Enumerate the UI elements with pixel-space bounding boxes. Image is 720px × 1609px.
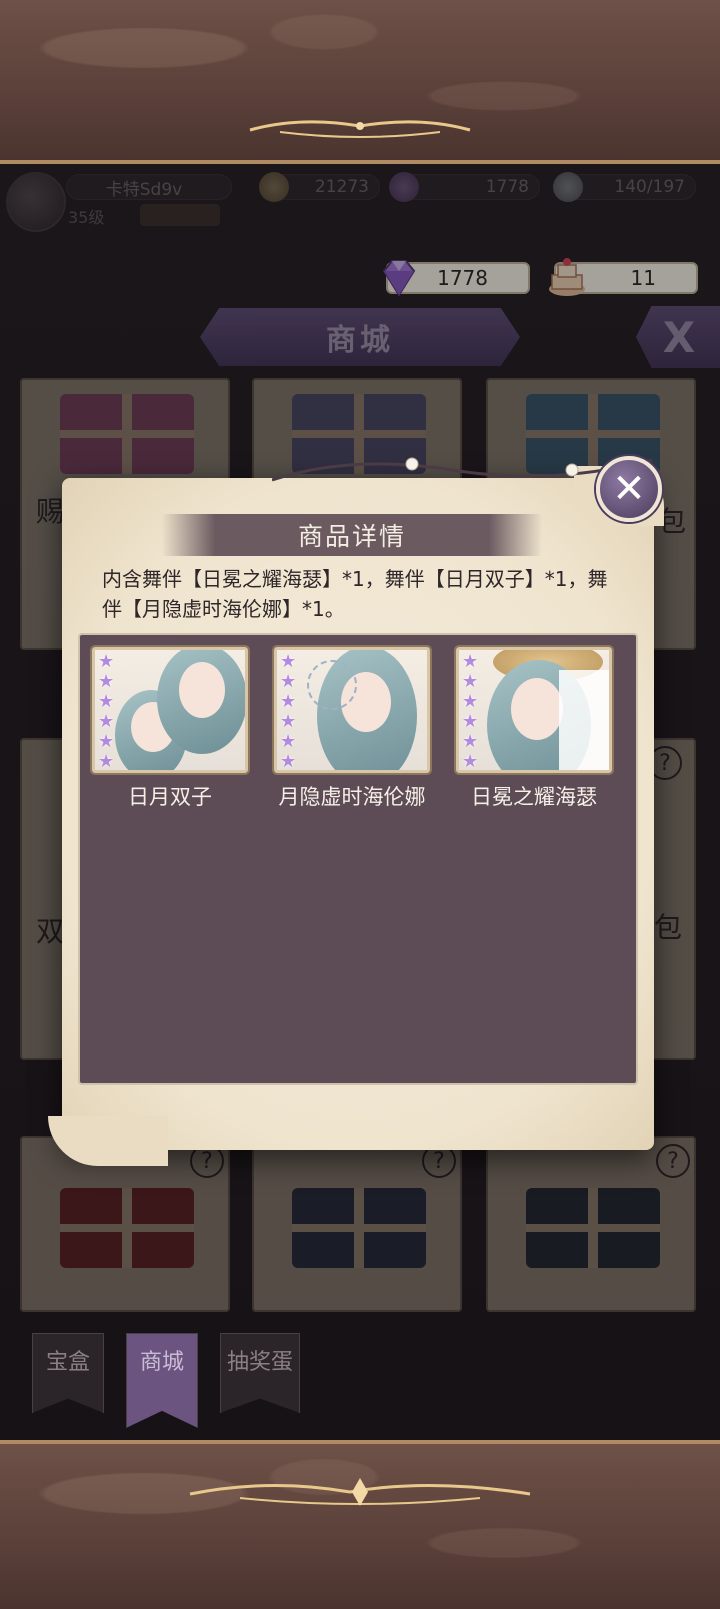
bottom-ornate-frame: [0, 1440, 720, 1609]
star-icon: ★: [98, 651, 115, 672]
product-detail-dialog: 商品详情 内含舞伴【日冕之耀海瑟】*1，舞伴【日月双子】*1，舞伴【月隐虚时海伦…: [48, 457, 664, 1166]
reward-list: ★ ★ ★ ★ ★ ★ 日月双子 ★ ★ ★ ★ ★ ★ 月隐虚时海伦娜 ★ ★…: [78, 633, 638, 1085]
dance-partner-portrait: ★ ★ ★ ★ ★ ★: [454, 645, 614, 775]
close-icon: ✕: [612, 466, 646, 512]
reward-name: 月隐虚时海伦娜: [278, 785, 426, 809]
dance-partner-portrait: ★ ★ ★ ★ ★ ★: [272, 645, 432, 775]
reward-name: 日冕之耀海瑟: [471, 785, 597, 809]
star-rating: ★ ★ ★ ★ ★ ★: [462, 651, 481, 772]
star-icon: ★: [462, 651, 479, 672]
gold-flourish-icon: [189, 1478, 531, 1506]
reward-item[interactable]: ★ ★ ★ ★ ★ ★ 月隐虚时海伦娜: [272, 645, 432, 811]
star-icon: ★: [462, 731, 479, 752]
vine-decoration-icon: [272, 457, 652, 482]
dialog-title: 商品详情: [162, 514, 542, 556]
reward-item[interactable]: ★ ★ ★ ★ ★ ★ 日冕之耀海瑟: [454, 645, 614, 811]
star-icon: ★: [98, 691, 115, 712]
close-dialog-button[interactable]: ✕: [596, 456, 662, 522]
star-icon: ★: [280, 751, 297, 772]
star-icon: ★: [462, 691, 479, 712]
star-icon: ★: [98, 751, 115, 772]
star-icon: ★: [98, 711, 115, 732]
star-icon: ★: [280, 731, 297, 752]
star-icon: ★: [98, 731, 115, 752]
gold-flourish-icon: [249, 120, 471, 138]
reward-item[interactable]: ★ ★ ★ ★ ★ ★ 日月双子: [90, 645, 250, 811]
star-icon: ★: [280, 651, 297, 672]
star-icon: ★: [462, 711, 479, 732]
star-rating: ★ ★ ★ ★ ★ ★: [98, 651, 117, 772]
star-icon: ★: [280, 711, 297, 732]
star-icon: ★: [98, 671, 115, 692]
star-icon: ★: [280, 671, 297, 692]
reward-name: 日月双子: [128, 785, 212, 809]
dance-partner-portrait: ★ ★ ★ ★ ★ ★: [90, 645, 250, 775]
dialog-title-text: 商品详情: [297, 522, 406, 551]
top-ornate-frame: [0, 0, 720, 164]
product-description: 内含舞伴【日冕之耀海瑟】*1，舞伴【日月双子】*1，舞伴【月隐虚时海伦娜】*1。: [102, 567, 608, 621]
star-rating: ★ ★ ★ ★ ★ ★: [280, 651, 299, 772]
star-icon: ★: [280, 691, 297, 712]
star-icon: ★: [462, 751, 479, 772]
star-icon: ★: [462, 671, 479, 692]
